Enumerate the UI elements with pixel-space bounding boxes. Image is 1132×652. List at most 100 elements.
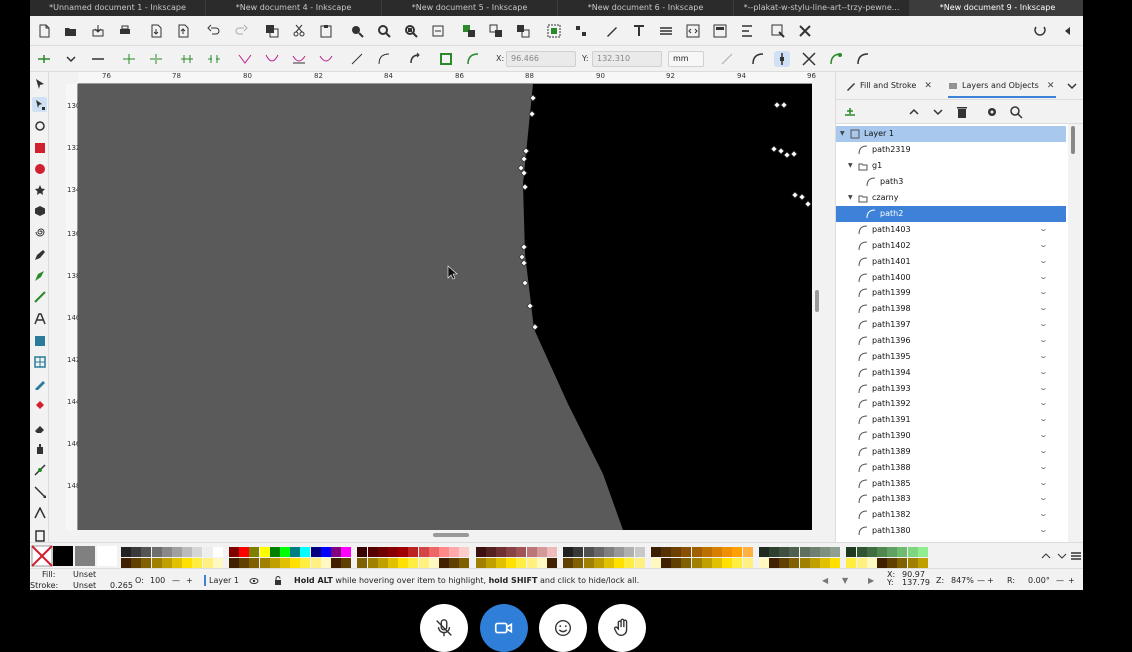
palette-swatch[interactable] (624, 547, 635, 557)
unlink-clone-icon[interactable] (515, 23, 531, 39)
pencil-tool-icon[interactable] (32, 247, 47, 262)
palette-swatch[interactable] (701, 558, 712, 568)
palette-swatch[interactable] (526, 547, 537, 557)
palette-swatch[interactable] (172, 547, 182, 557)
swatch-white[interactable] (97, 546, 117, 566)
palette-swatch[interactable] (769, 558, 779, 568)
swatch-gray[interactable] (75, 546, 95, 566)
palette-swatch[interactable] (866, 547, 877, 557)
zoom-plus[interactable]: + (987, 575, 994, 586)
palette-swatch[interactable] (161, 558, 172, 568)
palette-swatch[interactable] (239, 558, 250, 568)
hidden-eye-icon[interactable]: ⌣ (1041, 270, 1046, 286)
segment-curve-icon[interactable] (376, 51, 392, 67)
hidden-eye-icon[interactable]: ⌣ (1041, 317, 1046, 333)
palette-swatch[interactable] (280, 558, 290, 568)
palette-swatch[interactable] (259, 558, 270, 568)
tab-document-1[interactable]: *Unnamed document 1 - Inkscape (30, 0, 206, 16)
expand-icon[interactable]: ▼ (848, 158, 853, 174)
hidden-eye-icon[interactable]: ⌣ (1041, 222, 1046, 238)
palette-swatch[interactable] (269, 547, 280, 557)
join-nodes-icon[interactable] (121, 51, 137, 67)
palette-swatch[interactable] (681, 547, 692, 557)
3d-box-tool-icon[interactable] (32, 203, 47, 218)
node-auto-smooth-icon[interactable] (318, 51, 334, 67)
stroke-to-path-icon[interactable] (438, 51, 454, 67)
palette-swatch[interactable] (779, 547, 790, 557)
tree-row-selected[interactable]: path2 (836, 206, 1066, 222)
text-tool-icon[interactable] (32, 311, 47, 326)
palette-swatch[interactable] (475, 558, 486, 568)
tree-row[interactable]: path1380 ⌣ (836, 523, 1066, 539)
hidden-eye-icon[interactable]: ⌣ (1041, 285, 1046, 301)
insert-dropdown-icon[interactable] (63, 51, 79, 67)
nav-next-icon[interactable]: ▶ (868, 575, 874, 586)
palette-swatch[interactable] (290, 547, 301, 557)
palette-swatch[interactable] (830, 547, 841, 557)
palette-swatch[interactable] (732, 558, 743, 568)
palette-swatch[interactable] (367, 558, 378, 568)
zoom-page-icon[interactable] (403, 23, 419, 39)
palette-swatch[interactable] (671, 547, 682, 557)
tree-row[interactable]: path1383 ⌣ (836, 491, 1066, 507)
connector-tool-icon[interactable] (32, 484, 47, 499)
palette-swatch[interactable] (341, 558, 352, 568)
nav-prev-icon[interactable]: ◀ (822, 575, 828, 586)
palette-swatch[interactable] (331, 558, 341, 568)
palette-swatch[interactable] (300, 547, 311, 557)
measure-tool-icon[interactable] (32, 505, 47, 520)
zoom-drawing-icon[interactable] (376, 23, 392, 39)
palette-swatch[interactable] (398, 558, 409, 568)
hidden-eye-icon[interactable]: ⌣ (1041, 491, 1046, 507)
hidden-eye-icon[interactable]: ⌣ (1041, 301, 1046, 317)
hidden-eye-icon[interactable]: ⌣ (1041, 428, 1046, 444)
palette-swatch[interactable] (712, 547, 722, 557)
palette-swatch[interactable] (917, 547, 928, 557)
node-symmetric-icon[interactable] (291, 51, 307, 67)
palette-swatch[interactable] (742, 547, 753, 557)
palette-swatch[interactable] (877, 558, 887, 568)
no-paint-icon[interactable] (31, 545, 53, 567)
palette-swatch[interactable] (280, 547, 290, 557)
palette-swatch[interactable] (758, 547, 769, 557)
palette-swatch[interactable] (536, 558, 547, 568)
node-tool-icon[interactable] (32, 97, 47, 112)
join-segment-icon[interactable] (179, 51, 195, 67)
tree-row[interactable]: path1385 ⌣ (836, 476, 1066, 492)
palette-swatch[interactable] (722, 558, 733, 568)
raise-hand-button[interactable] (598, 604, 646, 652)
palette-swatch[interactable] (691, 547, 702, 557)
palette-swatch[interactable] (212, 547, 223, 557)
zoom-minus[interactable]: — (977, 575, 985, 586)
mesh-tool-icon[interactable] (32, 354, 47, 369)
hidden-eye-icon[interactable]: ⌣ (1041, 254, 1046, 270)
tab-document-5[interactable]: *New document 5 - Inkscape (382, 0, 558, 16)
palette-swatch[interactable] (907, 547, 918, 557)
delete-icon[interactable] (954, 104, 970, 120)
xml-editor-icon[interactable] (685, 23, 701, 39)
tree-row[interactable]: path2319 (836, 142, 1066, 158)
palette-swatch[interactable] (418, 558, 429, 568)
palette-swatch[interactable] (799, 547, 810, 557)
palette-swatch[interactable] (650, 547, 661, 557)
palette-swatch[interactable] (809, 558, 820, 568)
tree-row[interactable]: ▼ g1 (836, 158, 1066, 174)
tab-fill-stroke[interactable]: Fill and Stroke ✕ (846, 78, 932, 94)
new-document-icon[interactable] (36, 23, 52, 39)
tree-row[interactable]: path1395 ⌣ (836, 349, 1066, 365)
palette-swatch[interactable] (418, 547, 429, 557)
move-up-icon[interactable] (906, 104, 922, 120)
cut-icon[interactable] (291, 23, 307, 39)
delete-segment-icon[interactable] (206, 51, 222, 67)
palette-swatch[interactable] (249, 558, 260, 568)
palette-swatch[interactable] (141, 547, 152, 557)
palette-swatch[interactable] (789, 558, 800, 568)
palette-swatch[interactable] (300, 558, 311, 568)
palette-swatch[interactable] (182, 547, 193, 557)
hidden-eye-icon[interactable]: ⌣ (1041, 396, 1046, 412)
stroke-value[interactable]: Unset (73, 580, 96, 590)
palette-swatch[interactable] (701, 547, 712, 557)
hidden-eye-icon[interactable]: ⌣ (1041, 460, 1046, 476)
palette-swatch[interactable] (681, 558, 692, 568)
palette-swatch[interactable] (357, 558, 368, 568)
